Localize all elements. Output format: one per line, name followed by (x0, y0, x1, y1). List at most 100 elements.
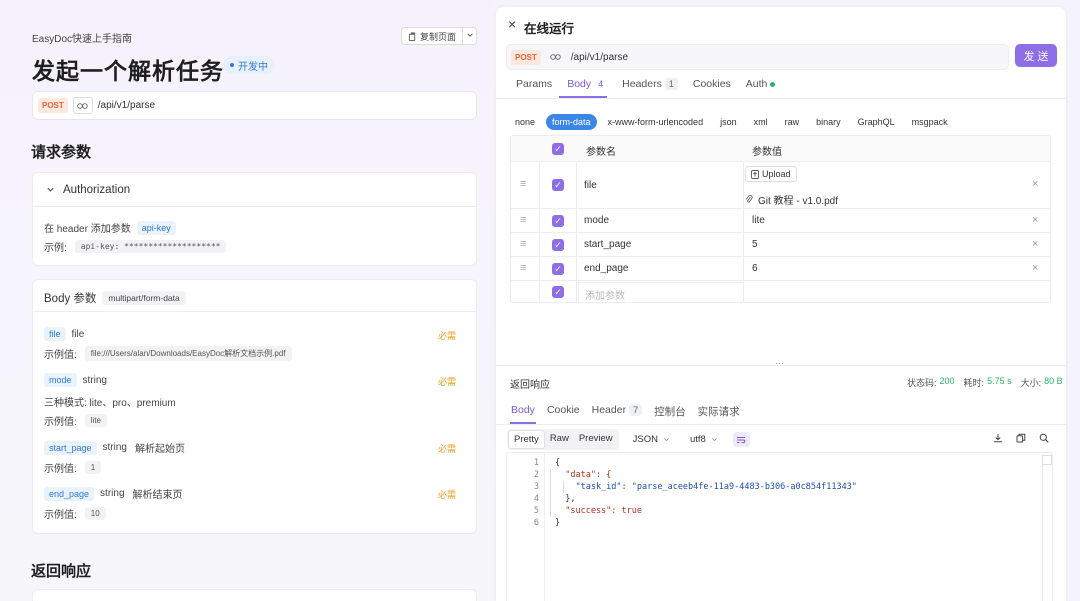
row-checkbox[interactable]: ✓ (552, 239, 564, 251)
required-tag: 必需 (438, 490, 457, 500)
param-value-cell[interactable]: lite (752, 215, 765, 226)
delete-row-icon[interactable]: × (1032, 262, 1038, 274)
body-type-selector: none form-data x-www-form-urlencoded jso… (509, 114, 954, 130)
response-title: 返回响应 (510, 380, 550, 391)
tab-cookies[interactable]: Cookies (693, 78, 731, 90)
chevron-down-icon (711, 438, 717, 442)
link-icon[interactable] (72, 97, 93, 114)
table-row: ≡ ✓ mode lite × (511, 209, 1050, 233)
line-number: 3 (533, 482, 539, 492)
authorization-title: Authorization (63, 183, 131, 196)
tab-auth[interactable]: Auth (746, 78, 776, 90)
time-value: 5.75 s (987, 376, 1012, 386)
authorization-card: Authorization 在 header 添加参数 api-key 示例: … (32, 172, 477, 266)
upload-label: Upload (762, 169, 791, 179)
encoding-select[interactable]: utf8 (690, 434, 718, 445)
status-badge-label: 开发中 (238, 61, 268, 73)
send-button[interactable]: 发 送 (1015, 44, 1057, 67)
param-name-cell[interactable]: start_page (584, 239, 631, 250)
table-row: ≡ ✓ file Upload Git 教程 - v1.0.pdf × (511, 162, 1050, 209)
body-type-raw[interactable]: raw (779, 114, 806, 130)
tab-response-cookie[interactable]: Cookie (547, 404, 580, 419)
row-checkbox[interactable]: ✓ (552, 215, 564, 227)
tab-response-body[interactable]: Body (511, 404, 535, 419)
body-type-urlencoded[interactable]: x-www-form-urlencoded (602, 114, 710, 130)
tab-label: Headers (622, 78, 662, 90)
format-raw[interactable]: Raw (545, 430, 574, 449)
body-type-msgpack[interactable]: msgpack (906, 114, 954, 130)
response-card (32, 589, 477, 601)
code-line: 6} (507, 517, 1052, 529)
tab-response-console[interactable]: 控制台 (654, 404, 686, 419)
example-label: 示例值: (44, 350, 77, 361)
param-value-cell[interactable]: 5 (752, 239, 758, 250)
response-toolbar: Pretty Raw Preview JSON utf8 (507, 429, 1053, 450)
lang-select[interactable]: JSON (633, 434, 670, 445)
tab-params[interactable]: Params (516, 78, 552, 90)
copy-page-button[interactable]: 复制页面 (401, 27, 477, 45)
drag-handle-icon[interactable]: ≡ (520, 238, 527, 250)
wrap-icon[interactable] (732, 432, 750, 447)
code-text: "data": { (555, 470, 612, 480)
auth-param-tag: api-key (136, 220, 176, 235)
copy-icon[interactable] (1016, 433, 1026, 446)
chevron-down-icon[interactable] (463, 31, 476, 41)
response-meta: 状态码: 200 耗时: 5.75 s 大小: 80 B (907, 376, 1063, 389)
response-code-viewer[interactable]: 1{ 2 "data": { 3 "task_id": "parse_aceeb… (506, 452, 1053, 601)
authorization-toggle[interactable]: Authorization (33, 173, 476, 207)
breadcrumb[interactable]: EasyDoc快速上手指南 (32, 30, 132, 45)
param-name-cell[interactable]: mode (584, 215, 609, 226)
tab-response-header[interactable]: Header 7 (592, 404, 643, 419)
row-checkbox[interactable]: ✓ (552, 263, 564, 275)
table-row: ≡ ✓ start_page 5 × (511, 233, 1050, 257)
body-type-graphql[interactable]: GraphQL (852, 114, 901, 130)
copy-icon (408, 31, 416, 41)
tab-count: 4 (598, 79, 604, 89)
body-type-none[interactable]: none (509, 114, 541, 130)
method-badge[interactable]: POST (511, 49, 541, 65)
param-description: 三种模式: lite、pro、premium (44, 398, 176, 409)
close-icon[interactable]: × (508, 16, 516, 32)
endpoint-url-bar: POST /api/v1/parse (32, 91, 477, 120)
row-checkbox[interactable]: ✓ (552, 286, 564, 298)
drag-handle-icon[interactable]: ≡ (520, 214, 527, 226)
search-icon[interactable] (1039, 433, 1049, 446)
delete-row-icon[interactable]: × (1032, 214, 1038, 226)
resize-handle-icon[interactable]: ··· (775, 358, 784, 368)
param-row: end_page string 解析结束页 (44, 486, 183, 501)
param-value-cell[interactable]: 6 (752, 263, 758, 274)
doc-panel: EasyDoc快速上手指南 复制页面 发起一个解析任务 开发中 POST /ap… (0, 0, 494, 601)
delete-row-icon[interactable]: × (1032, 238, 1038, 250)
column-header-value: 参数值 (752, 147, 782, 158)
body-type-xml[interactable]: xml (748, 114, 774, 130)
row-checkbox[interactable]: ✓ (552, 179, 564, 191)
body-type-json[interactable]: json (714, 114, 743, 130)
drag-handle-icon[interactable]: ≡ (520, 178, 527, 190)
drag-handle-icon[interactable]: ≡ (520, 262, 527, 274)
download-icon[interactable] (993, 433, 1003, 446)
example-value: 10 (84, 507, 106, 520)
tab-response-actual-request[interactable]: 实际请求 (698, 404, 740, 419)
format-preview[interactable]: Preview (574, 430, 618, 449)
format-pretty[interactable]: Pretty (508, 430, 545, 449)
body-params-header: Body 参数 multipart/form-data (44, 290, 186, 306)
param-name-cell[interactable]: end_page (584, 263, 629, 274)
uploaded-file[interactable]: Git 教程 - v1.0.pdf (745, 192, 838, 207)
tab-count: 1 (664, 78, 678, 90)
select-all-checkbox[interactable]: ✓ (552, 143, 564, 155)
upload-button[interactable]: Upload (745, 166, 797, 182)
tab-body[interactable]: Body 4 (567, 78, 607, 90)
body-type-binary[interactable]: binary (810, 114, 847, 130)
link-icon[interactable] (546, 49, 566, 66)
size-label: 大小: (1020, 378, 1042, 388)
code-line: 3 "task_id": "parse_aceeb4fe-11a9-4483-b… (507, 481, 1052, 493)
param-type: file (71, 328, 85, 340)
param-name-cell[interactable]: file (584, 180, 597, 191)
param-example: 示例值: file:///Users/alan/Downloads/EasyDo… (44, 346, 292, 361)
tab-headers[interactable]: Headers 1 (622, 78, 678, 90)
request-url-input[interactable]: /api/v1/parse (571, 52, 628, 63)
add-param-input[interactable]: 添加参数 (578, 282, 744, 302)
delete-row-icon[interactable]: × (1032, 178, 1038, 190)
size-value: 80 B (1044, 376, 1063, 386)
body-type-form-data[interactable]: form-data (546, 114, 597, 130)
